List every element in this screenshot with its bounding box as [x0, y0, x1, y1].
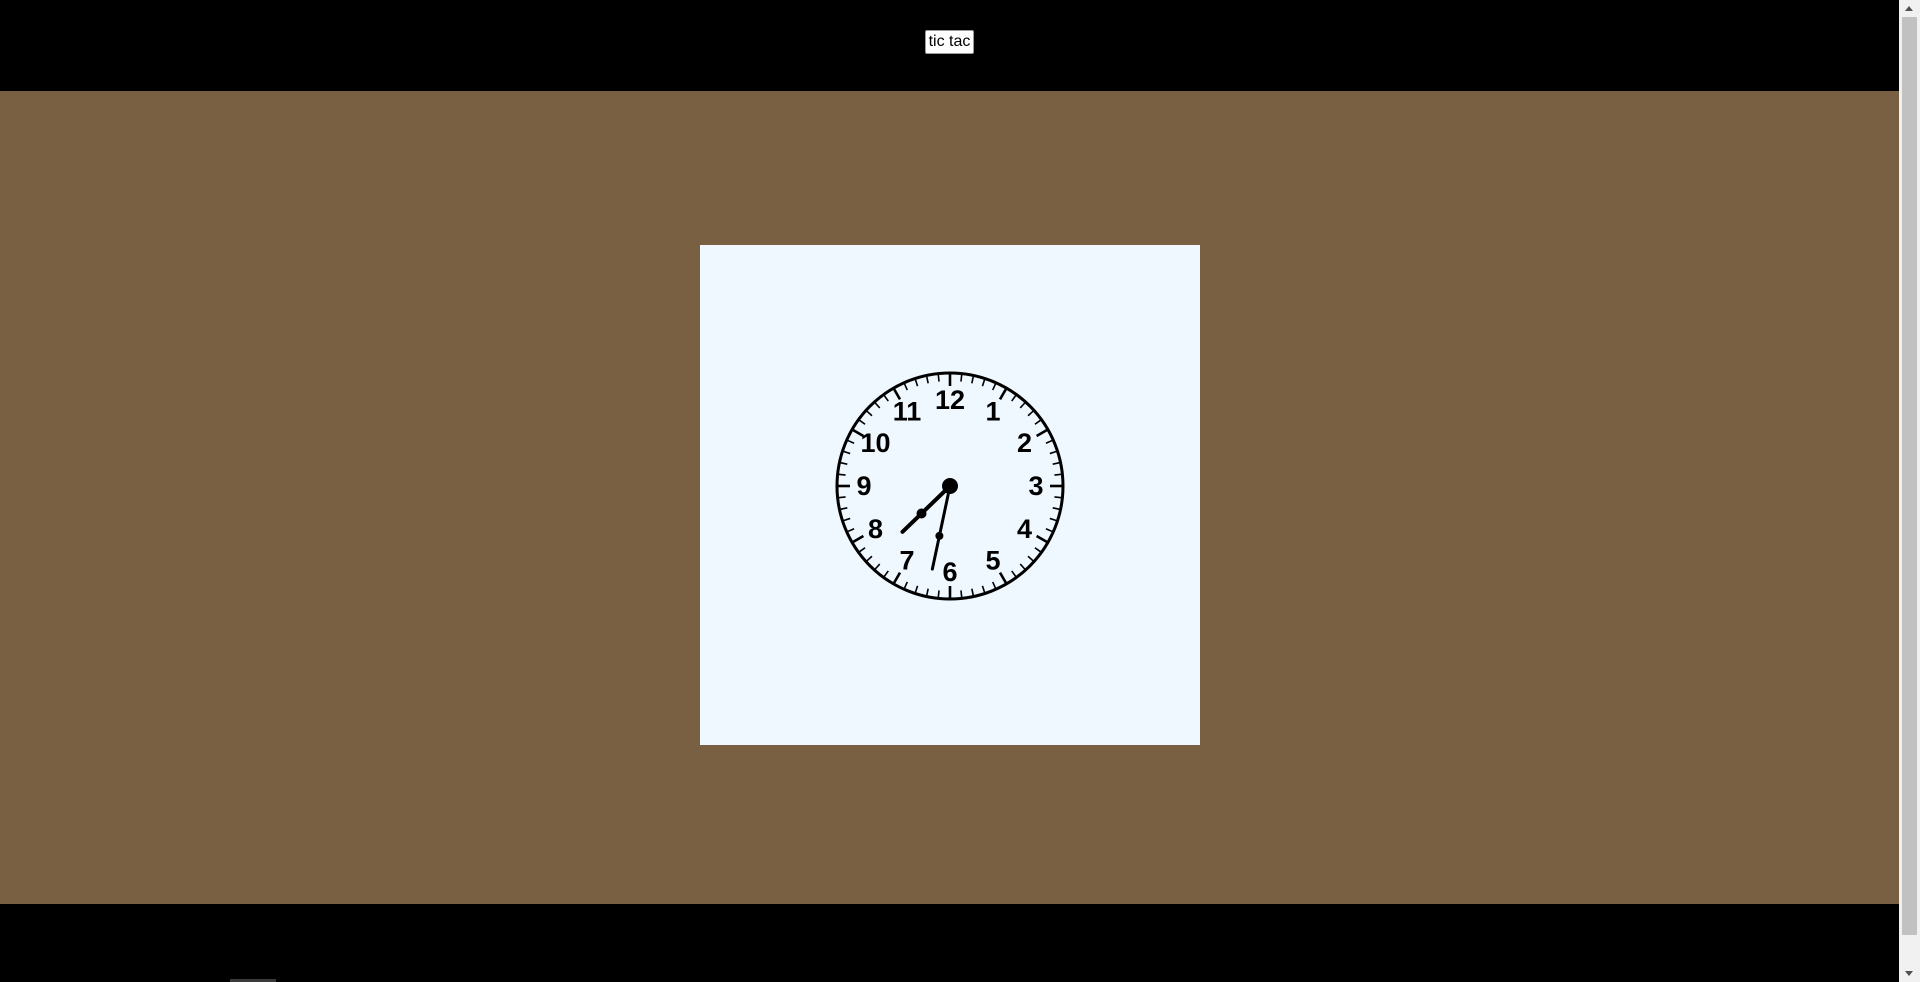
clock-numeral: 8: [868, 514, 883, 544]
scroll-down-arrow-icon: [1905, 971, 1913, 976]
clock-numeral: 3: [1028, 471, 1043, 501]
minor-tick: [903, 581, 909, 589]
minor-tick: [960, 590, 963, 598]
minor-tick: [840, 507, 848, 511]
major-tick: [1035, 428, 1048, 438]
minor-tick: [1019, 402, 1026, 409]
minor-tick: [1045, 439, 1053, 445]
minor-tick: [937, 374, 940, 382]
minor-tick: [981, 379, 986, 387]
minor-tick: [991, 581, 997, 589]
minor-tick: [991, 383, 997, 391]
clock-numeral: 6: [942, 557, 957, 587]
minor-tick: [838, 496, 846, 499]
analog-clock: 12 12 3 45678 9 1011: [835, 371, 1065, 601]
minor-tick: [843, 450, 851, 455]
minor-tick: [1011, 570, 1017, 578]
minor-tick: [981, 585, 986, 593]
clock-numeral: 5: [985, 545, 1000, 575]
major-tick: [1035, 534, 1048, 544]
minor-tick: [937, 590, 940, 598]
clock-card: 12 1 2 3 4 5 6 7 8 9 10 11: [700, 245, 1200, 745]
minor-tick: [874, 563, 881, 570]
minor-tick: [1052, 507, 1060, 511]
minor-tick: [925, 376, 929, 384]
minor-tick: [866, 410, 873, 417]
minor-tick: [971, 376, 975, 384]
minor-tick: [903, 383, 909, 391]
minor-tick: [1027, 410, 1034, 417]
minor-tick: [843, 517, 851, 522]
minor-tick: [858, 547, 866, 553]
tic-tac-button[interactable]: tic tac: [925, 30, 974, 54]
minor-tick: [1054, 473, 1062, 476]
page: tic tac 12 1 2 3 4 5 6 7 8 9 10 11: [0, 0, 1899, 982]
scroll-down-button[interactable]: [1899, 965, 1920, 982]
minor-tick: [883, 570, 889, 578]
clock-numeral: 2: [1017, 428, 1032, 458]
minor-tick: [866, 555, 873, 562]
clock-numeral: 1: [985, 397, 1000, 427]
minor-tick: [960, 374, 963, 382]
minor-tick: [847, 527, 855, 533]
major-tick: [998, 388, 1008, 401]
clock-numeral: 12: [935, 385, 965, 415]
clock-numeral: 10: [860, 428, 890, 458]
minor-tick: [1049, 450, 1057, 455]
minor-tick: [1027, 555, 1034, 562]
minor-tick: [971, 588, 975, 596]
minor-tick: [1019, 563, 1026, 570]
clock-numeral: 9: [856, 471, 871, 501]
minor-tick: [838, 473, 846, 476]
minor-tick: [1045, 527, 1053, 533]
clock-numeral: 11: [893, 397, 922, 427]
major-tick: [998, 571, 1008, 584]
minor-tick: [1034, 547, 1042, 553]
stage-area: 12 1 2 3 4 5 6 7 8 9 10 11: [0, 91, 1899, 904]
scroll-up-button[interactable]: [1899, 0, 1920, 17]
clock-numeral: 4: [1017, 514, 1032, 544]
minor-tick: [914, 379, 919, 387]
minor-tick: [1011, 394, 1017, 402]
vertical-scrollbar[interactable]: [1899, 0, 1920, 982]
minor-tick: [925, 588, 929, 596]
minor-tick: [847, 439, 855, 445]
header-bar: tic tac: [0, 0, 1899, 91]
minor-tick: [1049, 517, 1057, 522]
minor-tick: [840, 461, 848, 465]
minor-tick: [858, 419, 866, 425]
scroll-up-arrow-icon: [1905, 6, 1913, 11]
footer-bar: [0, 904, 1899, 982]
major-tick: [852, 534, 865, 544]
clock-hub: [942, 478, 958, 494]
minor-tick: [1052, 461, 1060, 465]
clock-numeral: 7: [899, 545, 914, 575]
minor-tick: [1034, 419, 1042, 425]
minor-tick: [874, 402, 881, 409]
minor-tick: [883, 394, 889, 402]
scroll-thumb[interactable]: [1902, 17, 1917, 935]
minor-tick: [1054, 496, 1062, 499]
minor-tick: [914, 585, 919, 593]
